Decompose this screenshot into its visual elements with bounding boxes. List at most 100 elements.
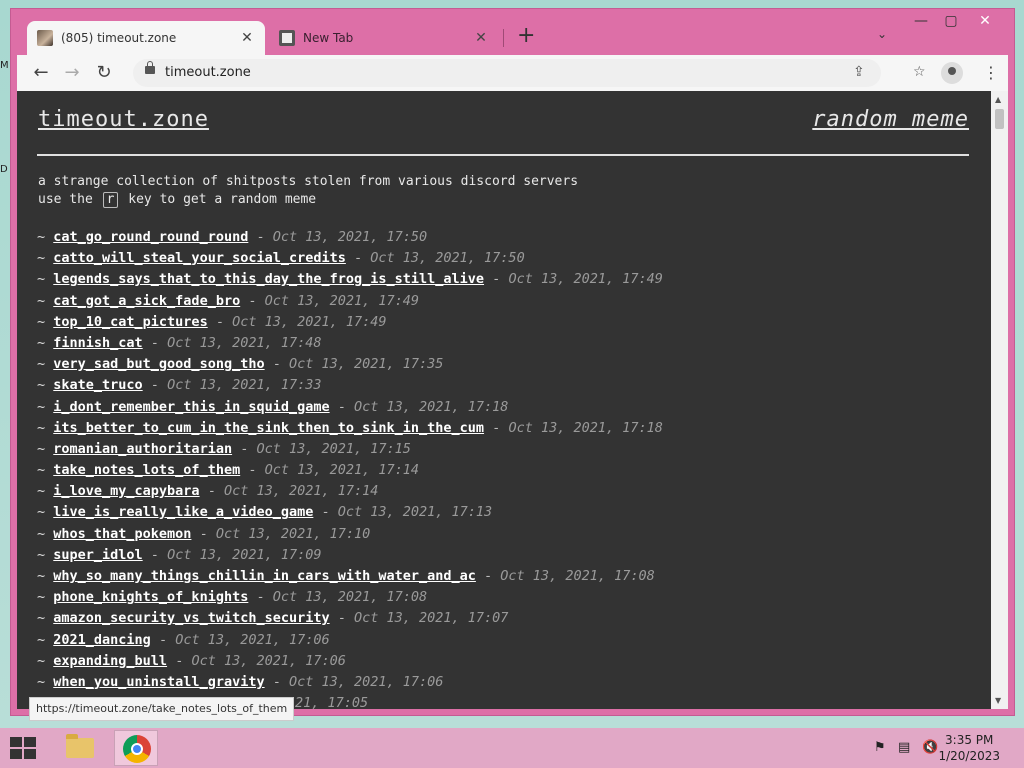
meme-link[interactable]: why_so_many_things_chillin_in_cars_with_… — [53, 568, 476, 584]
bullet-tilde: ~ — [37, 334, 54, 351]
meme-date: Oct 13, 2021, 17:33 — [167, 377, 322, 394]
file-explorer-button[interactable] — [58, 730, 102, 766]
scrollbar-thumb[interactable] — [995, 109, 1004, 129]
close-tab-icon[interactable]: ✕ — [239, 30, 255, 46]
separator-dash: - — [240, 292, 265, 309]
tab-new-tab[interactable]: New Tab ✕ — [269, 21, 499, 55]
list-item: ~ catto_will_steal_your_social_credits -… — [37, 248, 663, 269]
separator-dash: - — [264, 356, 289, 373]
back-arrow-icon[interactable]: ← — [29, 61, 53, 85]
meme-link[interactable]: phone_knights_of_knights — [53, 589, 248, 605]
scroll-down-icon[interactable]: ▼ — [995, 696, 1001, 705]
meme-link[interactable]: cat_go_round_round_round — [53, 229, 248, 245]
bullet-tilde: ~ — [37, 483, 54, 500]
meme-date: Oct 13, 2021, 17:49 — [264, 292, 420, 309]
meme-link[interactable]: when_you_uninstall_gravity — [53, 674, 264, 690]
meme-link[interactable]: catto_will_steal_your_social_credits — [53, 250, 346, 266]
system-clock[interactable]: 3:35 PM 1/20/2023 — [938, 732, 1000, 764]
meme-link[interactable]: finnish_cat — [53, 335, 142, 351]
tab-search-button[interactable]: ⌄ — [877, 27, 887, 41]
meme-date: Oct 13, 2021, 17:08 — [500, 568, 655, 584]
flag-icon[interactable]: ⚑ — [874, 740, 886, 755]
meme-link[interactable]: super_idlol — [53, 547, 142, 563]
address-bar[interactable]: timeout.zone ⇪ — [133, 59, 881, 87]
minimize-button[interactable]: — — [906, 13, 936, 29]
meme-link[interactable]: i_dont_remember_this_in_squid_game — [53, 399, 329, 415]
meme-date: Oct 13, 2021, 17:06 — [288, 673, 444, 690]
separator-dash: - — [191, 525, 216, 542]
meme-link[interactable]: top_10_cat_pictures — [53, 314, 207, 330]
meme-link[interactable]: skate_truco — [53, 377, 142, 393]
meme-date: Oct 13, 2021, 17:14 — [223, 483, 379, 500]
meme-link[interactable]: live_is_really_like_a_video_game — [53, 504, 313, 520]
bullet-tilde: ~ — [37, 673, 54, 690]
bullet-tilde: ~ — [37, 419, 54, 436]
tab-timeout-zone[interactable]: (805) timeout.zone ✕ — [27, 21, 265, 55]
random-key-badge: r — [102, 192, 119, 208]
meme-date: Oct 13, 2021, 17:15 — [256, 440, 411, 457]
site-title-link[interactable]: timeout.zone — [38, 107, 209, 132]
scroll-up-icon[interactable]: ▲ — [995, 95, 1001, 104]
bookmark-star-icon[interactable]: ☆ — [913, 64, 926, 80]
desktop-edge-glyph: D — [0, 164, 8, 175]
separator-dash: - — [167, 652, 192, 669]
separator-dash: - — [484, 271, 509, 288]
kebab-menu-icon[interactable]: ⋮ — [983, 63, 999, 82]
chrome-taskbar-button[interactable] — [114, 730, 158, 766]
desktop-edge-glyph: M — [0, 60, 9, 71]
bullet-tilde: ~ — [37, 313, 54, 330]
meme-date: Oct 13, 2021, 17:07 — [354, 610, 509, 627]
url-text[interactable]: timeout.zone — [165, 65, 251, 80]
vertical-scrollbar[interactable]: ▲ ▼ — [991, 91, 1008, 709]
list-item: ~ super_idlol - Oct 13, 2021, 17:09 — [37, 545, 663, 566]
list-item: ~ expanding_bull - Oct 13, 2021, 17:06 — [37, 651, 663, 672]
meme-list: ~ cat_go_round_round_round - Oct 13, 202… — [37, 227, 663, 709]
separator-dash: - — [345, 250, 371, 267]
list-item: ~ legends_says_that_to_this_day_the_frog… — [37, 269, 663, 290]
page-viewport: timeout.zone random meme a strange colle… — [17, 91, 1008, 709]
share-icon[interactable]: ⇪ — [853, 64, 865, 80]
bullet-tilde: ~ — [37, 652, 54, 669]
list-item: ~ phone_knights_of_knights - Oct 13, 202… — [37, 587, 663, 608]
close-window-button[interactable]: ✕ — [970, 13, 1000, 29]
list-item: ~ skate_truco - Oct 13, 2021, 17:33 — [37, 375, 663, 396]
meme-date: Oct 13, 2021, 17:49 — [508, 271, 663, 288]
bullet-tilde: ~ — [37, 546, 54, 563]
meme-date: Oct 13, 2021, 17:48 — [167, 334, 322, 351]
separator-dash: - — [264, 673, 289, 690]
meme-link[interactable]: its_better_to_cum_in_the_sink_then_to_si… — [53, 420, 484, 436]
clock-date: 1/20/2023 — [938, 749, 1000, 763]
link-status-bar: https://timeout.zone/take_notes_lots_of_… — [29, 697, 295, 721]
reload-icon[interactable]: ↻ — [92, 61, 116, 85]
profile-avatar-icon[interactable] — [941, 62, 963, 84]
meme-link[interactable]: whos_that_pokemon — [53, 526, 191, 542]
list-item: ~ i_love_my_capybara - Oct 13, 2021, 17:… — [37, 481, 663, 502]
random-meme-link[interactable]: random meme — [812, 107, 969, 132]
separator-dash: - — [142, 546, 168, 563]
meme-link[interactable]: legends_says_that_to_this_day_the_frog_i… — [53, 271, 484, 287]
meme-link[interactable]: very_sad_but_good_song_tho — [53, 356, 264, 372]
list-item: ~ romanian_authoritarian - Oct 13, 2021,… — [37, 439, 663, 460]
meme-link[interactable]: romanian_authoritarian — [53, 441, 232, 457]
meme-link[interactable]: i_love_my_capybara — [53, 483, 199, 499]
list-item: ~ live_is_really_like_a_video_game - Oct… — [37, 502, 663, 523]
meme-date: Oct 13, 2021, 17:09 — [167, 546, 322, 563]
volume-muted-icon[interactable]: 🔇 — [922, 740, 938, 755]
meme-link[interactable]: cat_got_a_sick_fade_bro — [53, 293, 240, 309]
close-tab-icon[interactable]: ✕ — [473, 30, 489, 46]
list-item: ~ whos_that_pokemon - Oct 13, 2021, 17:1… — [37, 524, 663, 545]
bullet-tilde: ~ — [37, 292, 54, 309]
network-icon[interactable]: ▤ — [898, 740, 910, 755]
list-item: ~ why_so_many_things_chillin_in_cars_wit… — [37, 566, 663, 587]
forward-arrow-icon[interactable]: → — [60, 61, 84, 85]
meme-link[interactable]: 2021_dancing — [53, 632, 151, 648]
meme-date: Oct 13, 2021, 17:10 — [215, 525, 371, 542]
bullet-tilde: ~ — [37, 377, 54, 394]
meme-link[interactable]: amazon_security_vs_twitch_security — [53, 610, 329, 626]
maximize-button[interactable]: ▢ — [936, 13, 966, 29]
bullet-tilde: ~ — [37, 589, 54, 606]
new-tab-button[interactable]: + — [517, 25, 535, 47]
meme-link[interactable]: expanding_bull — [53, 653, 167, 669]
meme-link[interactable]: take_notes_lots_of_them — [53, 462, 240, 478]
windows-start-icon[interactable] — [10, 737, 38, 759]
